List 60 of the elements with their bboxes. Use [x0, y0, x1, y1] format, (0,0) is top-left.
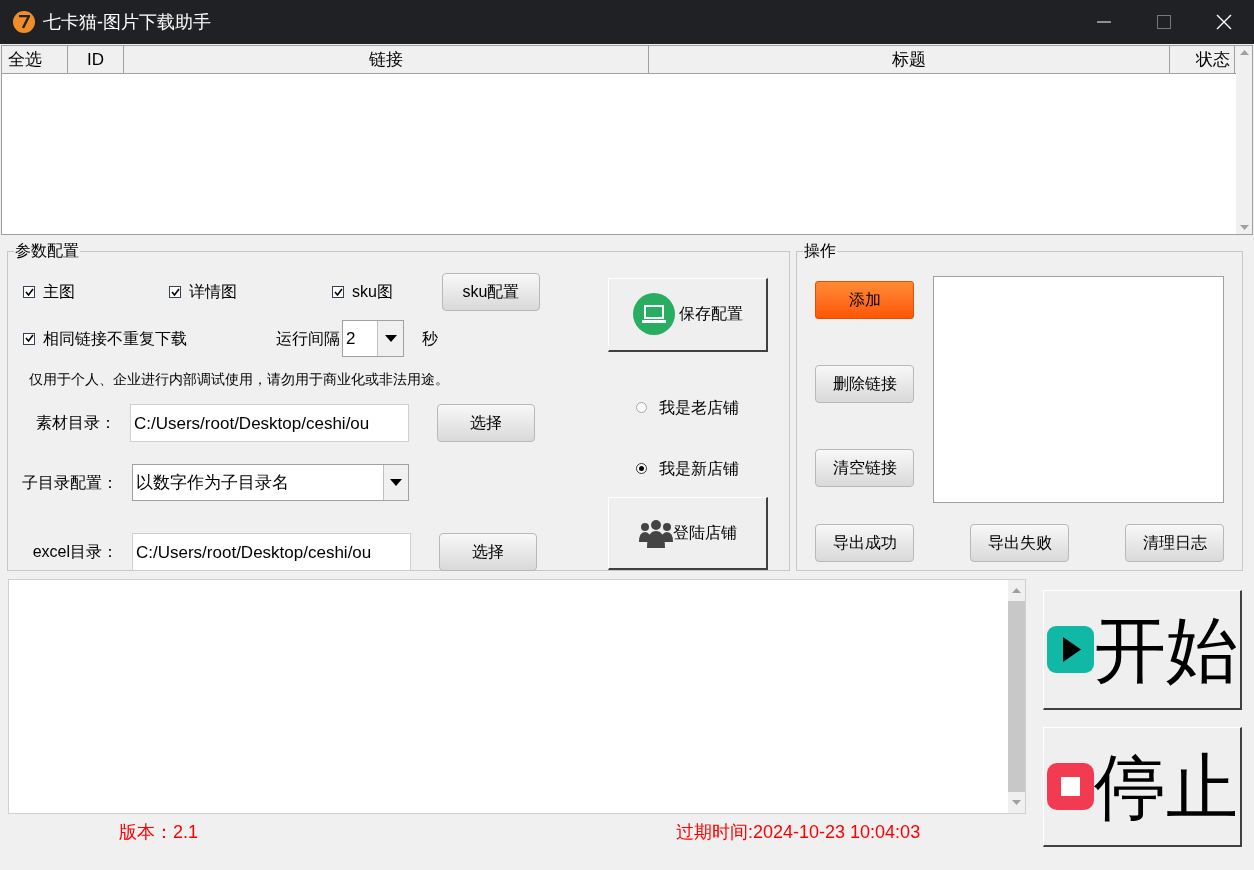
- choose-button[interactable]: 选择: [439, 533, 537, 572]
- panel-title: 参数配置: [14, 241, 80, 261]
- scroll-up-icon[interactable]: [1012, 588, 1021, 593]
- scroll-thumb[interactable]: [1008, 601, 1025, 792]
- scroll-up-icon[interactable]: [1239, 50, 1249, 55]
- usage-notice: 仅用于个人、企业进行内部调试使用，请勿用于商业化或非法用途。: [29, 370, 450, 389]
- login-shop-button[interactable]: 登陆店铺: [608, 496, 768, 570]
- link-button[interactable]: 清空链接: [815, 449, 914, 487]
- field-label: excel目录：: [31, 542, 118, 563]
- app-logo-icon: [13, 11, 35, 33]
- add-button[interactable]: 添加: [815, 281, 914, 319]
- play-icon: [1046, 626, 1094, 673]
- column-header[interactable]: 链接: [124, 46, 649, 73]
- path-field[interactable]: C:/Users/root/Desktop/ceshi/ou: [130, 404, 409, 443]
- checkbox[interactable]: 主图: [23, 280, 169, 304]
- column-header[interactable]: 全选: [2, 46, 68, 73]
- save-config-button[interactable]: 保存配置: [608, 278, 768, 352]
- radio-button[interactable]: [636, 463, 647, 474]
- field-label: 运行间隔: [276, 328, 340, 349]
- path-field[interactable]: C:/Users/root/Desktop/ceshi/ou: [132, 533, 411, 572]
- checkbox[interactable]: sku图: [332, 280, 442, 304]
- log-action-button[interactable]: 导出失败: [970, 524, 1069, 562]
- checkmark-icon: [24, 334, 34, 343]
- radio-button[interactable]: [636, 402, 647, 413]
- stop-button[interactable]: 停止: [1043, 727, 1242, 847]
- interval-select[interactable]: 2: [342, 320, 404, 357]
- checkmark-icon: [170, 287, 180, 297]
- column-header[interactable]: 标题: [649, 46, 1170, 73]
- expiry-label: 过期时间:2024-10-23 10:04:03: [676, 821, 921, 844]
- unit-label: 秒: [422, 328, 438, 349]
- column-header[interactable]: 状态: [1170, 46, 1235, 73]
- choose-button[interactable]: 选择: [437, 404, 535, 443]
- scrollbar[interactable]: [1008, 580, 1025, 813]
- sku-config-button[interactable]: sku配置: [442, 273, 540, 311]
- radio-label: 我是老店铺: [659, 397, 739, 418]
- scrollbar[interactable]: [1236, 46, 1252, 234]
- version-label: 版本：2.1: [119, 821, 200, 844]
- log-action-button[interactable]: 清理日志: [1125, 524, 1224, 562]
- radio-label: 我是新店铺: [659, 458, 739, 479]
- checkmark-icon: [24, 287, 34, 297]
- dropdown-icon[interactable]: [383, 465, 408, 501]
- link-button[interactable]: 删除链接: [815, 365, 914, 403]
- log-action-button[interactable]: 导出成功: [815, 524, 914, 562]
- start-button[interactable]: 开始: [1043, 590, 1242, 710]
- laptop-icon: [632, 293, 675, 336]
- field-label: 子目录配置：: [21, 472, 118, 493]
- link-input-area[interactable]: [933, 276, 1224, 503]
- window-title: 七卡猫-图片下载助手: [43, 10, 211, 34]
- people-icon: [638, 517, 673, 548]
- subdir-select[interactable]: 以数字作为子目录名: [132, 464, 409, 502]
- checkbox[interactable]: 相同链接不重复下载: [23, 326, 276, 351]
- panel-title: 操作: [803, 241, 837, 261]
- scroll-down-icon[interactable]: [1239, 225, 1249, 230]
- checkbox[interactable]: 详情图: [169, 280, 332, 304]
- checkmark-icon: [333, 287, 343, 297]
- scroll-down-icon[interactable]: [1012, 800, 1021, 805]
- stop-icon: [1046, 763, 1094, 810]
- field-label: 素材目录：: [35, 413, 116, 434]
- column-header[interactable]: ID: [68, 46, 124, 73]
- dropdown-icon[interactable]: [377, 321, 403, 356]
